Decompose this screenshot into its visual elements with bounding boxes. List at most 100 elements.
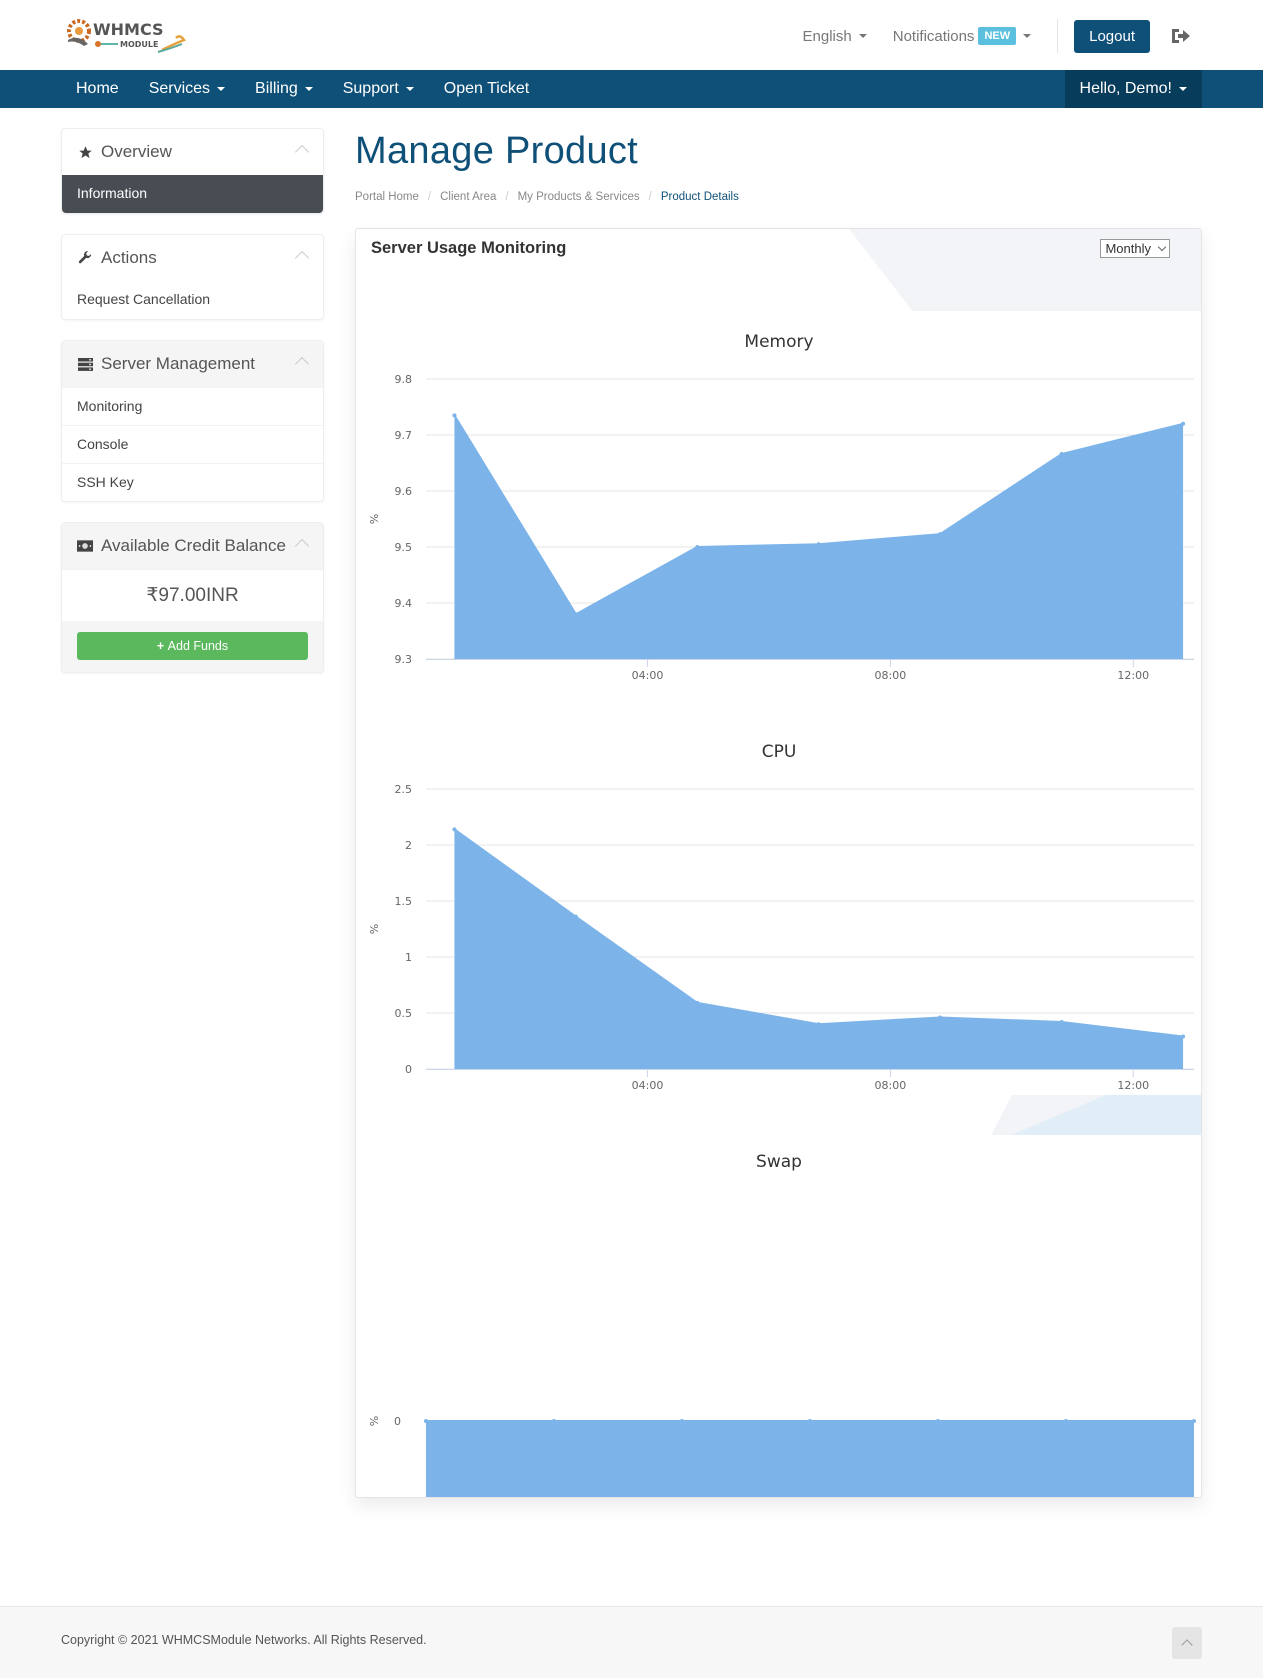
breadcrumb-separator: / <box>648 191 652 203</box>
money-icon <box>77 538 93 554</box>
credit-amount: ₹97.00INR <box>62 569 323 621</box>
server-icon <box>77 356 93 372</box>
data-point <box>1059 452 1064 457</box>
x-tick-label: 08:00 <box>875 669 907 682</box>
star-icon <box>77 144 93 160</box>
user-menu[interactable]: Hello, Demo! <box>1064 70 1202 108</box>
data-point <box>938 532 943 537</box>
top-header: WHMCS MODULE English Notifications NEW L… <box>61 0 1202 70</box>
plus-icon: + <box>156 639 168 653</box>
chevron-down-icon <box>1157 242 1167 252</box>
data-point <box>452 827 457 832</box>
usage-card-title: Server Usage Monitoring <box>371 239 567 257</box>
nav-home[interactable]: Home <box>61 70 134 108</box>
overview-panel-header[interactable]: Overview <box>62 129 323 175</box>
copyright-text: Copyright © 2021 WHMCSModule Networks. A… <box>61 1633 427 1647</box>
chevron-up-icon[interactable] <box>294 538 310 554</box>
data-point <box>1181 1034 1186 1039</box>
data-point <box>452 413 457 418</box>
server-management-panel-header[interactable]: Server Management <box>62 341 323 387</box>
x-tick-label: 12:00 <box>1117 1079 1149 1092</box>
new-badge: NEW <box>978 27 1017 45</box>
add-funds-button[interactable]: + Add Funds <box>77 632 308 660</box>
page-title: Manage Product <box>355 130 639 172</box>
y-tick-label: 9.8 <box>395 373 413 386</box>
data-point <box>424 1419 428 1423</box>
chart-title: CPU <box>762 742 797 762</box>
divider <box>1057 19 1059 53</box>
sign-out-icon[interactable] <box>1170 27 1192 45</box>
nav-support[interactable]: Support <box>328 70 429 108</box>
data-point <box>680 1419 684 1423</box>
data-point <box>573 612 578 617</box>
period-select-value: Monthly <box>1105 241 1151 256</box>
chevron-up-icon[interactable] <box>294 250 310 266</box>
sidebar-item-information[interactable]: Information <box>62 175 323 213</box>
swap-chart: Swap0%04:0008:0012:00 <box>368 1152 1196 1497</box>
chart-title: Swap <box>756 1152 802 1172</box>
chevron-up-icon[interactable] <box>294 356 310 372</box>
panel-title: Overview <box>101 142 172 161</box>
actions-panel-header[interactable]: Actions <box>62 235 323 281</box>
logout-button[interactable]: Logout <box>1074 19 1150 53</box>
y-tick-label: 9.7 <box>395 429 413 442</box>
actions-panel: Actions Request Cancellation <box>61 234 324 320</box>
period-select[interactable]: Monthly <box>1100 239 1170 258</box>
caret-down-icon <box>1179 87 1187 91</box>
panel-title: Server Management <box>101 354 256 373</box>
y-axis-label: % <box>368 1416 381 1426</box>
x-tick-label: 08:00 <box>875 1079 907 1092</box>
overview-panel: Overview Information <box>61 128 324 214</box>
panel-title: Actions <box>101 248 157 267</box>
data-point <box>938 1015 943 1020</box>
main-content: Manage Product Portal Home / Client Area /… <box>355 128 1202 1498</box>
data-point <box>816 542 821 547</box>
data-point <box>1064 1419 1068 1423</box>
chevron-up-icon[interactable] <box>294 144 310 160</box>
svg-text:WHMCS: WHMCS <box>93 20 164 39</box>
x-tick-label: 12:00 <box>1117 669 1149 682</box>
breadcrumb-separator: / <box>505 191 509 203</box>
data-point <box>1181 421 1186 426</box>
back-to-top-button[interactable] <box>1172 1627 1202 1659</box>
notifications-label: Notifications <box>892 27 975 45</box>
y-tick-label: 9.5 <box>395 541 413 554</box>
notifications-dropdown[interactable]: Notifications NEW <box>892 27 1032 45</box>
sidebar-item-console[interactable]: Console <box>62 425 323 463</box>
breadcrumb-client-area[interactable]: Client Area <box>440 191 496 203</box>
language-label: English <box>802 27 852 45</box>
nav-billing[interactable]: Billing <box>240 70 328 108</box>
credit-footer: + Add Funds <box>62 621 323 672</box>
y-tick-label: 0 <box>405 1063 412 1076</box>
nav-services[interactable]: Services <box>134 70 240 108</box>
y-tick-label: 2.5 <box>395 783 413 796</box>
sidebar-item-request-cancellation[interactable]: Request Cancellation <box>62 281 323 319</box>
y-tick-label: 0 <box>394 1415 401 1428</box>
language-dropdown[interactable]: English <box>803 28 867 45</box>
data-point <box>1059 1019 1064 1024</box>
credit-balance-panel-header[interactable]: Available Credit Balance <box>62 523 323 569</box>
area-fill <box>454 829 1184 1069</box>
svg-text:MODULE: MODULE <box>120 40 158 49</box>
data-point <box>695 1000 700 1005</box>
data-point <box>573 914 578 919</box>
panel-title: Available Credit Balance <box>101 536 286 555</box>
caret-down-icon <box>858 34 867 38</box>
memory-chart: Memory 9.3 9.4 9.5 9.6 9.7 9.8% 04:00 08:00 12:00 <box>368 332 1194 682</box>
add-funds-label: Add Funds <box>167 639 229 653</box>
breadcrumb-my-products[interactable]: My Products & Services <box>518 191 640 203</box>
chart-title: Memory <box>744 332 813 352</box>
x-tick-label: 04:00 <box>632 669 664 682</box>
sidebar-item-ssh-key[interactable]: SSH Key <box>62 463 323 501</box>
y-tick-label: 1.5 <box>395 895 413 908</box>
footer: Copyright © 2021 WHMCSModule Networks. A… <box>0 1606 1263 1678</box>
sidebar-item-monitoring[interactable]: Monitoring <box>62 387 323 425</box>
server-management-panel: Server Management Monitoring Console SSH… <box>61 340 324 502</box>
caret-down-icon <box>304 87 313 91</box>
caret-down-icon <box>1023 34 1032 38</box>
caret-down-icon <box>217 87 226 91</box>
breadcrumb-portal-home[interactable]: Portal Home <box>355 191 419 203</box>
breadcrumb: Portal Home / Client Area / My Products & … <box>355 191 1202 203</box>
nav-open-ticket[interactable]: Open Ticket <box>429 70 544 108</box>
brand-logo[interactable]: WHMCS MODULE <box>66 14 194 54</box>
